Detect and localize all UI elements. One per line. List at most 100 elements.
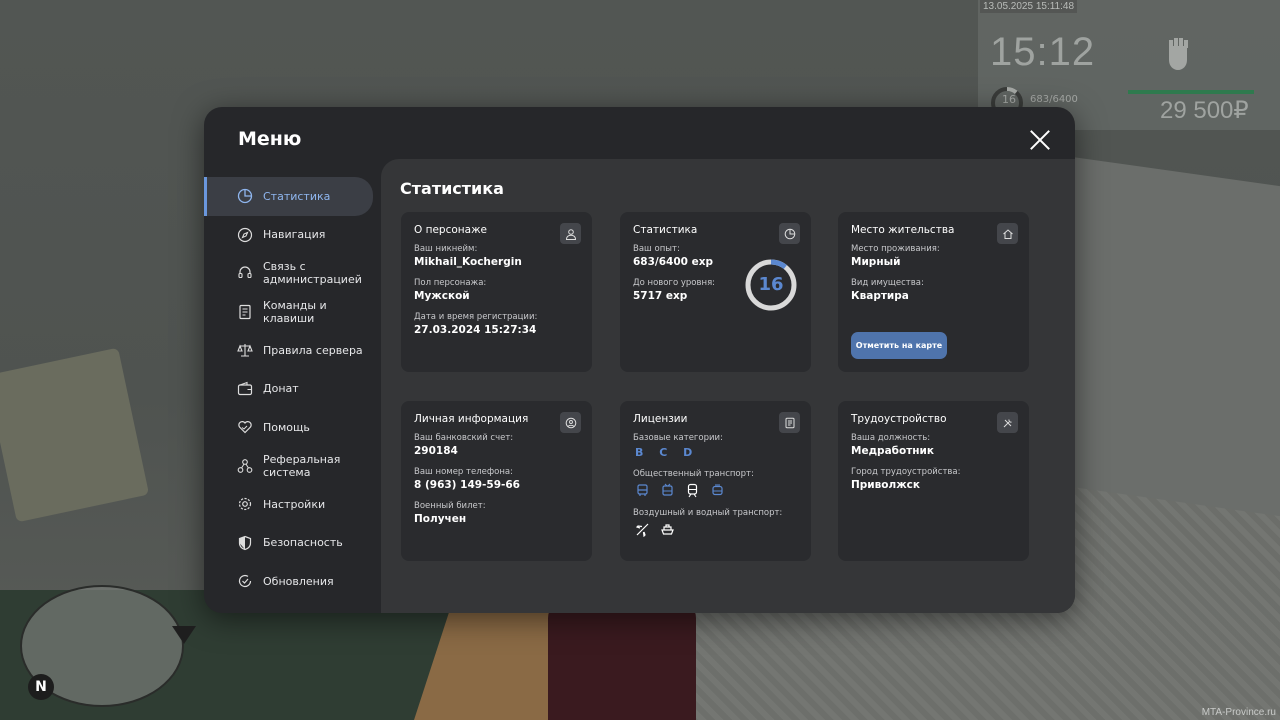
place-value: Мирный	[851, 256, 901, 268]
hud-money: 29 500₽	[1160, 97, 1249, 124]
card-employment: Трудоустройство Ваша должность: Медработ…	[838, 401, 1029, 561]
card-title: Место жительства	[851, 224, 955, 236]
minimap-north-icon: N	[28, 674, 54, 700]
face-icon	[560, 412, 581, 433]
refresh-check-icon	[237, 573, 253, 589]
air-water-transport-label: Воздушный и водный транспорт:	[633, 508, 783, 518]
public-transport-icons	[635, 483, 798, 498]
close-button[interactable]	[1029, 129, 1051, 151]
menu-window: Меню Статистика Навигация Связь с админи…	[204, 107, 1075, 613]
license-icon	[779, 412, 800, 433]
compass-icon	[237, 227, 253, 243]
sidebar-item-statistics[interactable]: Статистика	[204, 177, 373, 216]
sidebar-item-label: Донат	[263, 382, 299, 396]
hud-level: 16	[1002, 93, 1016, 106]
property-type-value: Квартира	[851, 290, 909, 302]
job-city-label: Город трудоустройства:	[851, 467, 961, 477]
trolleybus-icon	[660, 483, 675, 498]
exp-label: Ваш опыт:	[633, 244, 680, 254]
shield-icon	[237, 535, 253, 551]
card-title: О персонаже	[414, 224, 488, 236]
hud-timestamp: 13.05.2025 15:11:48	[980, 0, 1078, 13]
sidebar-item-help[interactable]: Помощь	[204, 408, 380, 447]
sidebar-item-donate[interactable]: Донат	[204, 370, 380, 409]
sidebar-item-label: Реферальная система	[263, 452, 341, 479]
sidebar-item-settings[interactable]: Настройки	[204, 485, 380, 524]
sidebar: Статистика Навигация Связь с администрац…	[204, 177, 380, 601]
sidebar-item-commands[interactable]: Команды и клавиши	[204, 293, 380, 332]
military-value: Получен	[414, 513, 467, 525]
nickname-value: Mikhail_Kochergin	[414, 256, 522, 268]
bg-character	[548, 600, 696, 720]
registration-label: Дата и время регистрации:	[414, 312, 538, 322]
job-city-value: Приволжск	[851, 479, 921, 491]
sidebar-item-label: Навигация	[263, 228, 326, 242]
heart-hands-icon	[237, 419, 253, 435]
bg-outlet	[0, 347, 150, 523]
hud-exp: 683/6400	[1030, 94, 1078, 105]
position-label: Ваша должность:	[851, 433, 931, 443]
airplane-icon	[635, 522, 650, 538]
scales-icon	[237, 342, 253, 358]
wallet-icon	[237, 381, 253, 397]
card-residence: Место жительства Место проживания: Мирны…	[838, 212, 1029, 372]
bg-wall	[1050, 153, 1280, 517]
sidebar-item-admin-contact[interactable]: Связь с администрацией	[204, 254, 380, 293]
property-type-label: Вид имущества:	[851, 278, 924, 288]
minimap-player-arrow-icon	[172, 626, 196, 644]
house-icon	[997, 223, 1018, 244]
tools-icon	[997, 412, 1018, 433]
content-title: Статистика	[400, 179, 504, 198]
phone-value: 8 (963) 149-59-66	[414, 479, 520, 491]
headset-icon	[237, 265, 253, 281]
public-transport-label: Общественный транспорт:	[633, 469, 754, 479]
watermark: MTA-Province.ru	[1201, 707, 1276, 718]
sidebar-item-label: Настройки	[263, 497, 326, 511]
phone-label: Ваш номер телефона:	[414, 467, 513, 477]
sidebar-item-referral[interactable]: Реферальная система	[204, 447, 380, 486]
menu-title: Меню	[238, 128, 302, 150]
content-panel: Статистика О персонаже Ваш никнейм: Mikh…	[381, 159, 1075, 613]
hud-health-bar	[1128, 90, 1254, 94]
military-label: Военный билет:	[414, 501, 486, 511]
mark-on-map-button[interactable]: Отметить на карте	[851, 332, 947, 359]
sidebar-item-security[interactable]: Безопасность	[204, 524, 380, 563]
place-label: Место проживания:	[851, 244, 940, 254]
pie-chart-icon	[237, 188, 253, 204]
bank-label: Ваш банковский счет:	[414, 433, 514, 443]
sidebar-item-label: Правила сервера	[263, 343, 363, 357]
sidebar-item-label: Обновления	[263, 574, 334, 588]
card-title: Трудоустройство	[851, 413, 947, 425]
ship-icon	[660, 522, 675, 537]
sidebar-item-updates[interactable]: Обновления	[204, 562, 380, 601]
base-categories-value: B C D	[635, 446, 699, 459]
bank-value: 290184	[414, 445, 458, 457]
card-title: Личная информация	[414, 413, 529, 425]
card-title: Лицензии	[633, 413, 688, 425]
document-icon	[237, 304, 253, 320]
network-icon	[237, 458, 253, 474]
nickname-label: Ваш никнейм:	[414, 244, 478, 254]
sidebar-item-navigation[interactable]: Навигация	[204, 216, 380, 255]
card-stats: Статистика Ваш опыт: 683/6400 exp До нов…	[620, 212, 811, 372]
registration-value: 27.03.2024 15:27:34	[414, 324, 537, 336]
sidebar-item-label: Команды и клавиши	[263, 298, 327, 325]
air-water-transport-icons	[635, 522, 798, 538]
sidebar-item-rules[interactable]: Правила сервера	[204, 331, 380, 370]
gender-label: Пол персонажа:	[414, 278, 487, 288]
card-title: Статистика	[633, 224, 698, 236]
sidebar-item-label: Статистика	[263, 189, 331, 203]
level-value: 16	[758, 274, 784, 295]
position-value: Медработник	[851, 445, 935, 457]
base-categories-label: Базовые категории:	[633, 433, 723, 443]
card-licenses: Лицензии Базовые категории: B C D Общест…	[620, 401, 811, 561]
train-icon	[685, 483, 700, 498]
card-character: О персонаже Ваш никнейм: Mikhail_Kocherg…	[401, 212, 592, 372]
hud-time: 15:12	[990, 30, 1096, 74]
sidebar-item-label: Безопасность	[263, 536, 343, 550]
gender-value: Мужской	[414, 290, 470, 302]
tram-icon	[710, 483, 725, 498]
clock-chart-icon	[779, 223, 800, 244]
gear-icon	[237, 496, 253, 512]
user-icon	[560, 223, 581, 244]
